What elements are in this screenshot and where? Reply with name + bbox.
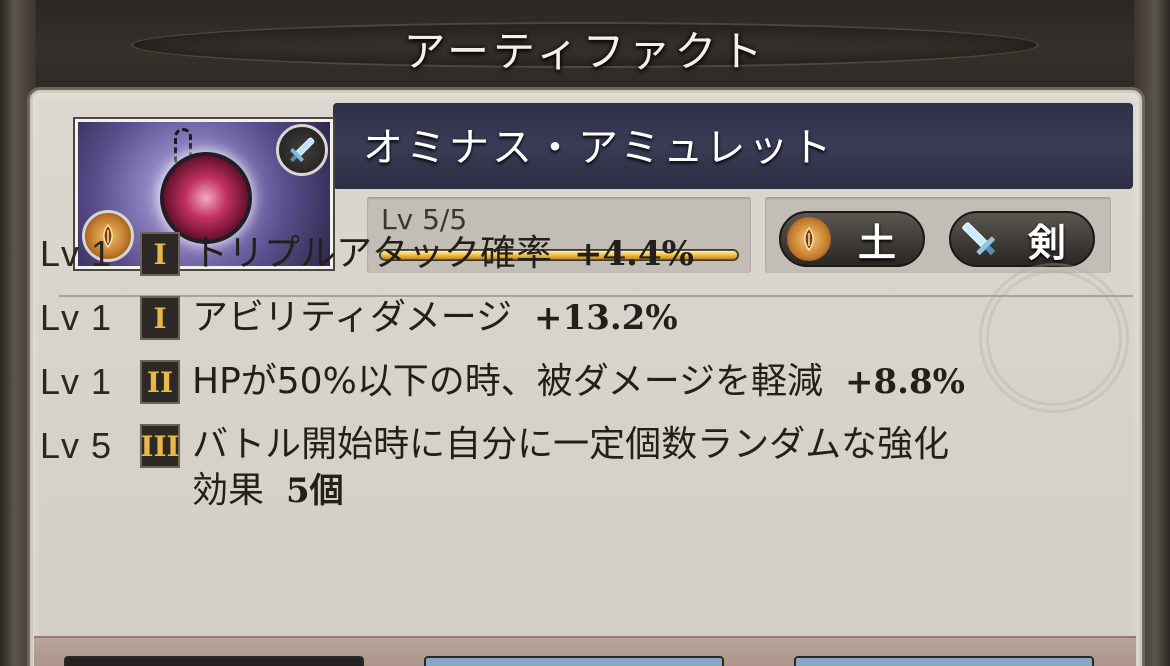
skill-level: Lv 1 [40,361,113,402]
skill-value: +4.4% [574,234,694,274]
skill-level: Lv 1 [40,297,113,338]
skill-name: HPが50%以下の時、被ダメージを軽減 [192,361,823,402]
skill-value: 5個 [286,471,344,511]
skill-name: アビリティダメージ [192,297,513,338]
skill-description: トリプルアタック確率 +4.4% [192,226,694,282]
skill-row: Lv 1 II HPが50%以下の時、被ダメージを軽減 +8.8% [40,354,1150,410]
skill-level: Lv 5 [40,425,113,466]
skill-level: Lv 1 [40,233,113,274]
skill-description: HPが50%以下の時、被ダメージを軽減 +8.8% [192,354,965,410]
skill-row: Lv 1 I トリプルアタック確率 +4.4% [40,226,1150,282]
header-bar: アーティファクト [36,0,1134,92]
footer-button[interactable] [424,656,724,666]
sword-icon [276,124,328,176]
skill-description: バトル開始時に自分に一定個数ランダムな強化 効果 5個 [192,422,949,514]
skill-description: アビリティダメージ +13.2% [192,290,678,346]
skill-name: トリプルアタック確率 [192,233,553,274]
tier-badge: III [140,424,180,468]
footer-bar [34,636,1136,666]
artifact-name: オミナス・アミュレット [363,125,835,171]
skill-name-line2: 効果 [192,470,265,511]
page-title: アーティファクト [403,27,767,76]
footer-button[interactable] [64,656,364,666]
skill-name-line1: バトル開始時に自分に一定個数ランダムな強化 [192,424,950,465]
tier-badge: II [140,360,180,404]
skill-value: +8.8% [845,362,965,402]
tier-badge: I [140,232,180,276]
footer-button[interactable] [794,656,1094,666]
tier-badge: I [140,296,180,340]
skill-row: Lv 5 III バトル開始時に自分に一定個数ランダムな強化 効果 5個 [40,418,1150,514]
skill-row: Lv 1 I アビリティダメージ +13.2% [40,290,1150,346]
skill-value: +13.2% [534,298,678,338]
